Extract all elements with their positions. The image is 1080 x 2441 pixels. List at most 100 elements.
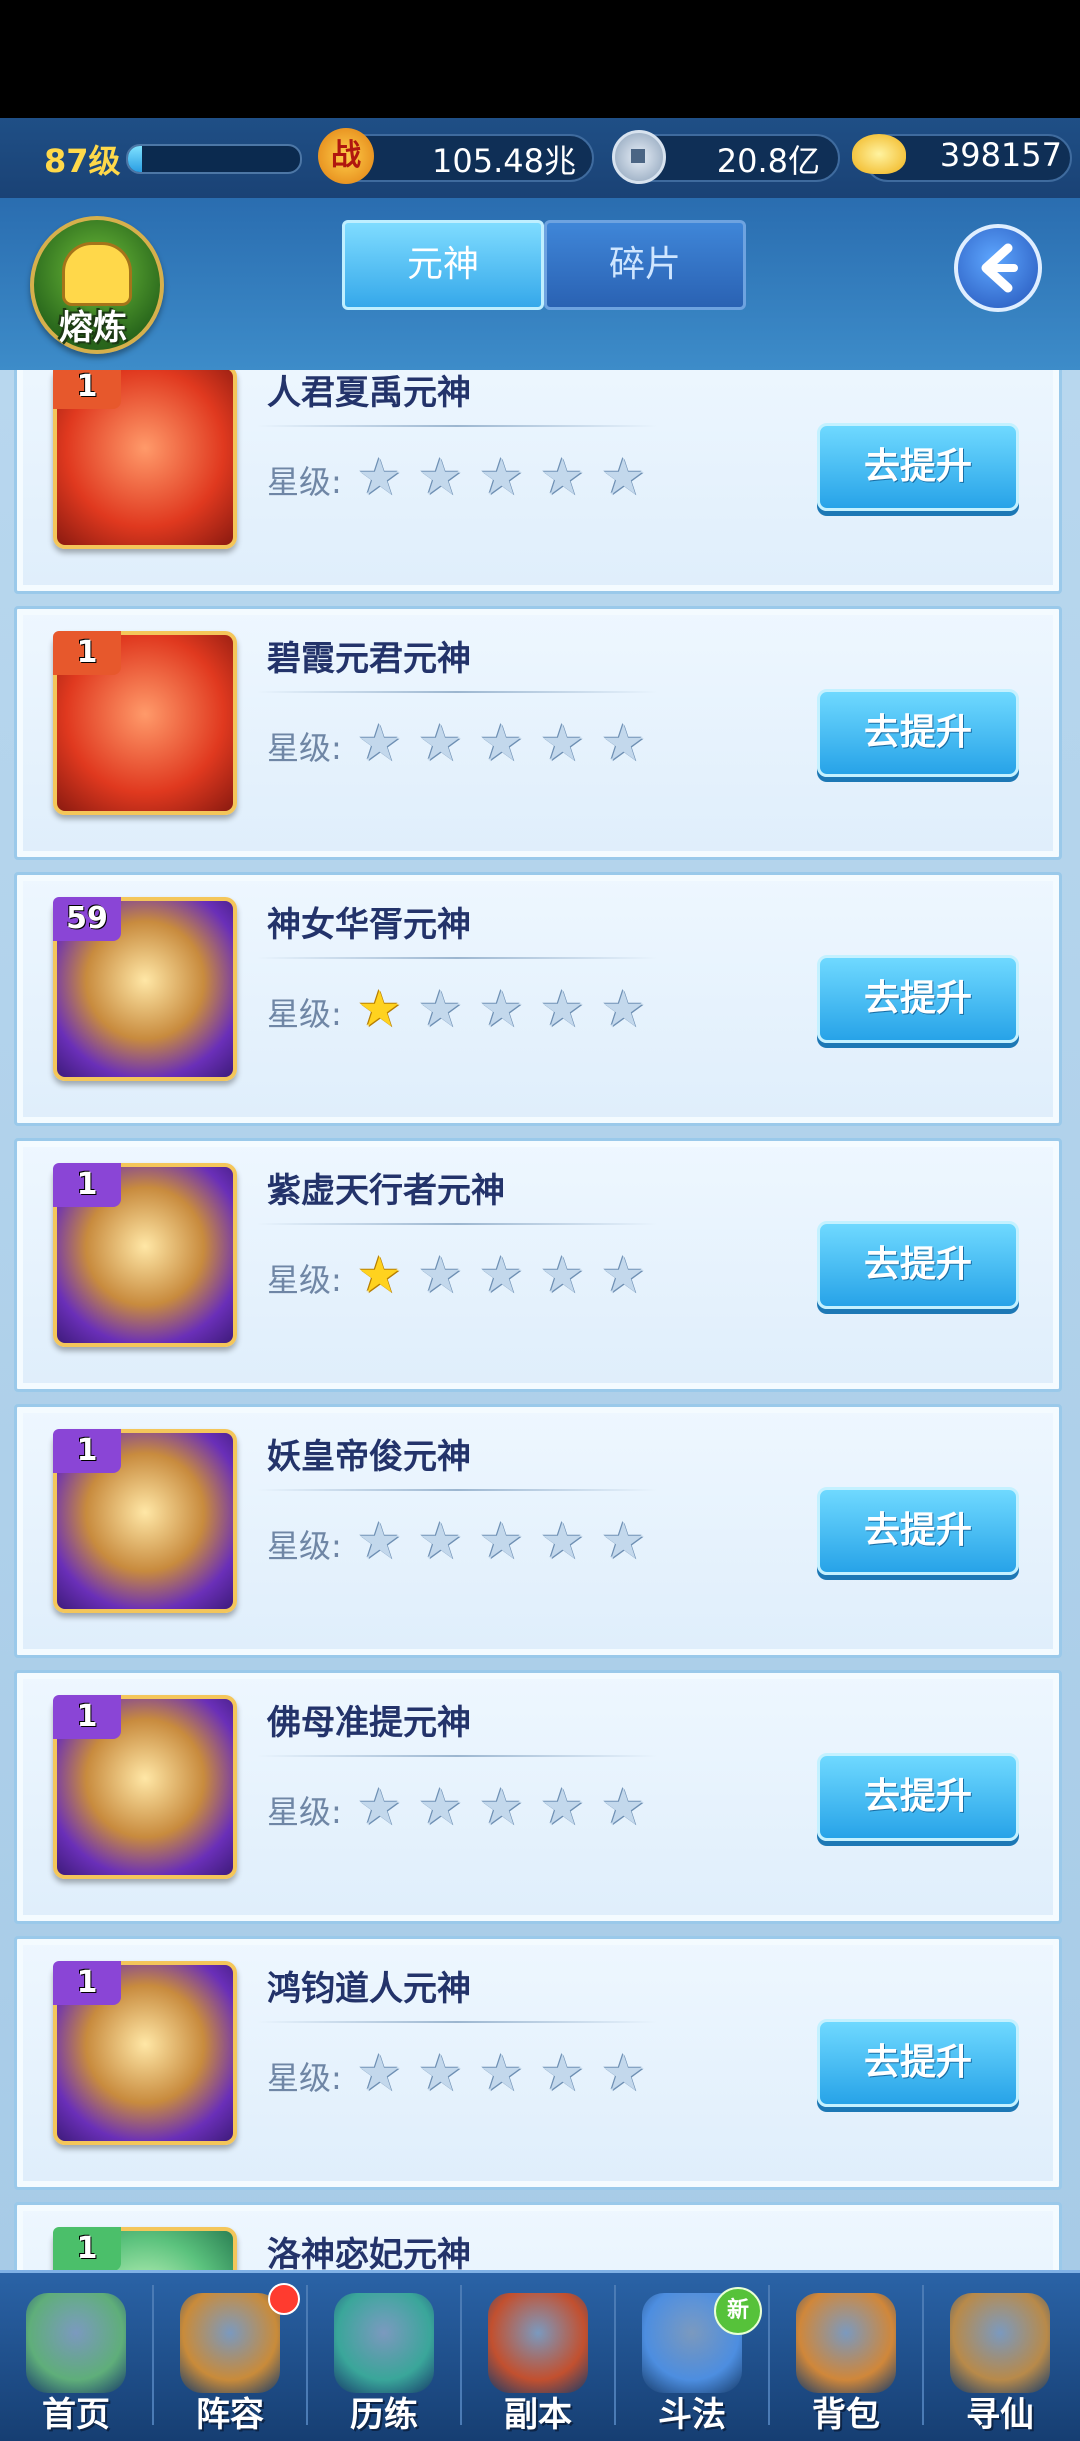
star-empty-icon: ★ [357,714,402,772]
nav-item-dungeon[interactable]: 副本 [462,2273,614,2441]
list-item: 59 神女华胥元神 星级: ★ ★ ★ ★ ★ 去提升 [14,872,1062,1126]
player-level: 87级 [44,142,121,180]
star-rating: ★ ★ ★ ★ ★ [357,713,677,773]
star-empty-icon: ★ [540,980,585,1038]
divider [257,1755,657,1757]
upgrade-button[interactable]: 去提升 [817,423,1019,511]
star-rating: ★ ★ ★ ★ ★ [357,1511,677,1571]
nav-item-battle[interactable]: 斗法 新 [616,2273,768,2441]
star-empty-icon: ★ [540,2044,585,2102]
xp-bar [126,144,302,174]
star-empty-icon: ★ [418,448,463,506]
combat-icon: 战 [318,128,374,184]
star-empty-icon: ★ [418,1778,463,1836]
nav-label: 寻仙 [966,2395,1034,2435]
upgrade-button[interactable]: 去提升 [817,689,1019,777]
xp-bar-fill [128,146,142,172]
nav-label: 历练 [350,2395,418,2435]
star-empty-icon: ★ [540,1778,585,1836]
nav-separator [768,2285,770,2425]
star-empty-icon: ★ [479,2044,524,2102]
coin-icon [612,130,666,184]
list-item: 1 碧霞元君元神 星级: ★ ★ ★ ★ ★ 去提升 [14,606,1062,860]
star-empty-icon: ★ [418,2044,463,2102]
count-badge: 1 [53,370,121,409]
star-label: 星级: [267,995,342,1033]
combat-power-value: 105.48兆 [432,142,576,180]
yuanshen-name: 紫虚天行者元神 [267,1171,505,1211]
notification-dot [268,2283,300,2315]
nav-label: 首页 [42,2395,110,2435]
count-badge: 59 [53,897,121,941]
star-filled-icon: ★ [357,1246,402,1304]
star-empty-icon: ★ [601,980,646,1038]
upgrade-button[interactable]: 去提升 [817,955,1019,1043]
divider [257,691,657,693]
star-rating: ★ ★ ★ ★ ★ [357,1777,677,1837]
star-label: 星级: [267,463,342,501]
divider [257,1489,657,1491]
nav-separator [306,2285,308,2425]
star-empty-icon: ★ [479,980,524,1038]
star-empty-icon: ★ [479,714,524,772]
nav-item-bag[interactable]: 背包 [770,2273,922,2441]
star-rating: ★ ★ ★ ★ ★ [357,979,677,1039]
list-item: 1 佛母准提元神 星级: ★ ★ ★ ★ ★ 去提升 [14,1670,1062,1924]
star-label: 星级: [267,729,342,767]
star-empty-icon: ★ [540,1246,585,1304]
star-empty-icon: ★ [418,714,463,772]
count-badge: 1 [53,2227,121,2270]
star-label: 星级: [267,1261,342,1299]
star-empty-icon: ★ [479,448,524,506]
tab-yuanshen[interactable]: 元神 [342,220,544,310]
star-rating: ★ ★ ★ ★ ★ [357,2043,677,2103]
star-empty-icon: ★ [479,1512,524,1570]
star-empty-icon: ★ [418,1246,463,1304]
tab-fragments[interactable]: 碎片 [544,220,746,310]
header: 熔炼 元神 碎片 [0,198,1080,370]
nav-label: 背包 [812,2395,880,2435]
yuanshen-list[interactable]: 1 人君夏禹元神 星级: ★ ★ ★ ★ ★ 去提升 1 碧霞元君元神 星级: ★ ★ ★ ★… [0,370,1080,2270]
nav-separator [152,2285,154,2425]
home-icon [26,2293,126,2393]
new-badge: 新 [714,2287,762,2335]
star-empty-icon: ★ [601,714,646,772]
count-badge: 1 [53,1163,121,1207]
star-empty-icon: ★ [601,2044,646,2102]
upgrade-button[interactable]: 去提升 [817,1753,1019,1841]
list-item: 1 妖皇帝俊元神 星级: ★ ★ ★ ★ ★ 去提升 [14,1404,1062,1658]
nav-label: 副本 [504,2395,572,2435]
gold-value: 398157 [939,136,1062,174]
star-rating: ★ ★ ★ ★ ★ [357,447,677,507]
count-badge: 1 [53,631,121,675]
nav-separator [922,2285,924,2425]
nav-item-training[interactable]: 历练 [308,2273,460,2441]
divider [257,2021,657,2023]
status-bar [0,0,1080,118]
nav-item-scroll[interactable]: 寻仙 [924,2273,1076,2441]
star-label: 星级: [267,1527,342,1565]
divider [257,957,657,959]
divider [257,1223,657,1225]
back-button[interactable] [954,224,1042,312]
list-item: 1 紫虚天行者元神 星级: ★ ★ ★ ★ ★ 去提升 [14,1138,1062,1392]
list-item: 1 洛神宓妃元神 星级: ★★★★★ 去提升 [14,2202,1062,2270]
nav-item-home[interactable]: 首页 [0,2273,152,2441]
star-empty-icon: ★ [540,1512,585,1570]
upgrade-button[interactable]: 去提升 [817,2019,1019,2107]
star-empty-icon: ★ [418,980,463,1038]
upgrade-button[interactable]: 去提升 [817,1221,1019,1309]
yuanshen-name: 佛母准提元神 [267,1703,471,1743]
list-item: 1 人君夏禹元神 星级: ★ ★ ★ ★ ★ 去提升 [14,370,1062,594]
upgrade-button[interactable]: 去提升 [817,1487,1019,1575]
star-empty-icon: ★ [418,1512,463,1570]
star-rating: ★ ★ ★ ★ ★ [357,1245,677,1305]
nav-item-lineup[interactable]: 阵容 [154,2273,306,2441]
coin-value: 20.8亿 [716,142,820,180]
divider [257,425,657,427]
star-empty-icon: ★ [357,448,402,506]
lineup-icon [180,2293,280,2393]
yuanshen-name: 洛神宓妃元神 [267,2235,471,2270]
star-empty-icon: ★ [479,1246,524,1304]
nav-separator [614,2285,616,2425]
